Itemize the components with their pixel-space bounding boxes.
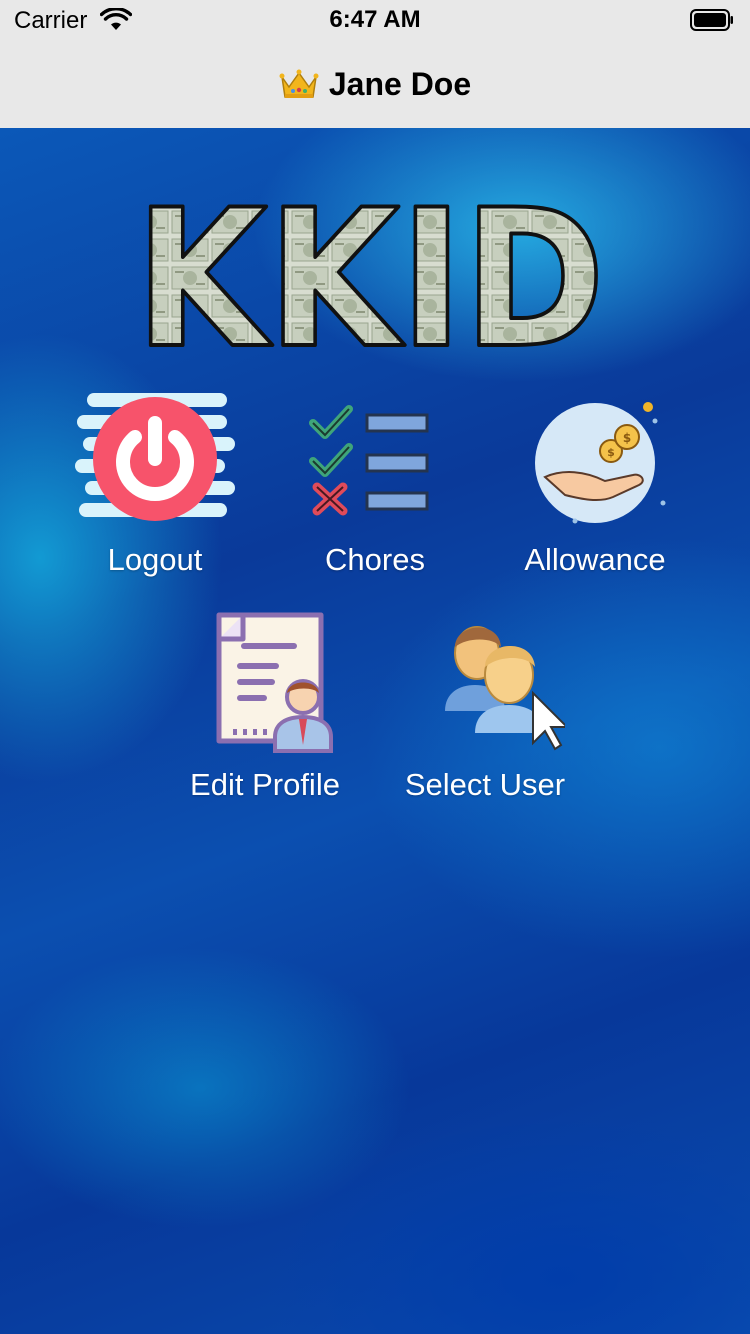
allowance-label: Allowance [524,542,666,577]
power-icon [75,393,235,521]
coins-hand-icon: $ $ [535,402,666,524]
crown-icon [279,69,319,98]
kkid-logo: KKID [133,180,607,355]
nav-title: Jane Doe [279,66,471,103]
select-user-button[interactable]: Select User [385,605,585,803]
users-pointer-icon [445,626,565,751]
profile-document-icon [216,612,333,753]
select-user-label: Select User [404,767,566,802]
edit-profile-label: Edit Profile [190,767,340,802]
chores-button[interactable]: Chores [275,385,475,578]
battery-icon [690,9,733,31]
allowance-button[interactable]: $ $ Allowance [495,385,695,578]
svg-text:$: $ [623,431,631,445]
logout-label: Logout [107,542,203,577]
user-name: Jane Doe [328,65,472,102]
logo-text: KKID [135,180,605,355]
svg-text:$: $ [607,446,615,459]
status-bar: Carrier 6:47 AM [0,0,750,40]
chores-label: Chores [325,542,425,577]
clock-label: 6:47 AM [329,6,421,33]
checklist-icon [309,405,429,516]
navigation-bar: Jane Doe [0,40,750,129]
logout-button[interactable]: Logout [55,385,255,578]
edit-profile-button[interactable]: Edit Profile [165,605,365,803]
